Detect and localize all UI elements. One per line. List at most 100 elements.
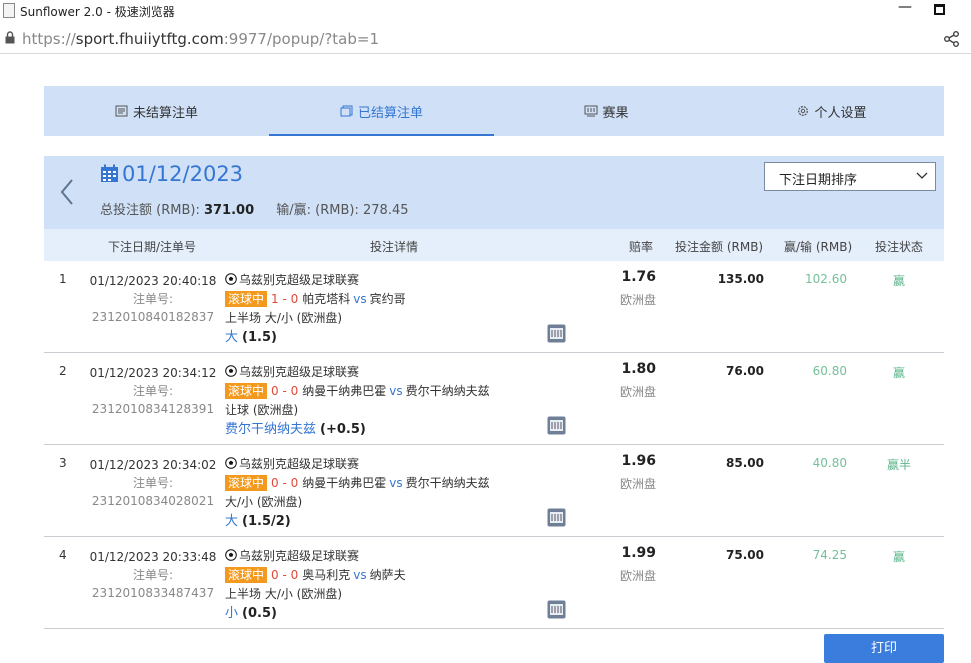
order-id: 2312010840182837: [91, 310, 215, 324]
tab-settled[interactable]: 已结算注单: [269, 86, 494, 136]
pick-line: (+0.5): [320, 422, 366, 437]
bet-datetime: 01/12/2023 20:34:02: [89, 458, 217, 472]
settled-slip-icon: [340, 105, 353, 117]
odds-market: 欧洲盘: [619, 385, 656, 399]
bet-pick: 小: [225, 606, 239, 621]
order-id: 2312010833487437: [91, 586, 215, 600]
tab-label: 未结算注单: [132, 105, 198, 121]
bet-date-cell: 01/12/2023 20:33:48 注单号: 2312010833487437: [74, 548, 232, 602]
address-bar[interactable]: https://sport.fhuiiytftg.com:9977/popup/…: [0, 22, 971, 54]
print-button[interactable]: 打印: [824, 634, 944, 663]
bet-detail: 乌兹别克超级足球联赛 滚球中 0 - 0 纳曼干纳弗巴霍 vs 费尔干纳纳夫兹 大/小 (欧…: [225, 455, 490, 531]
market-line: 让球 (欧洲盘): [225, 403, 299, 417]
winloss-label: 输/赢: (RMB):: [276, 203, 359, 218]
col-detail: 投注详情: [370, 240, 419, 254]
home-team: 纳曼干纳弗巴霍: [302, 384, 387, 398]
away-team: 纳萨夫: [369, 568, 406, 582]
stake-amount: 75.00: [726, 548, 764, 562]
away-team: 宾约哥: [369, 292, 406, 306]
bet-detail: 乌兹别克超级足球联赛 滚球中 1 - 0 帕克塔科 vs 宾约哥 上半场 大/小 (欧洲盘)…: [225, 271, 406, 347]
winloss-amount: 40.80: [812, 456, 847, 470]
maximize-icon[interactable]: [934, 4, 945, 15]
chevron-left-icon[interactable]: [58, 178, 76, 206]
order-label: 注单号:: [132, 292, 174, 306]
col-date-id: 下注日期/注单号: [108, 240, 197, 254]
row-index: 3: [59, 456, 67, 470]
scoreboard-icon[interactable]: [547, 508, 566, 527]
away-team: 费尔干纳纳夫兹: [405, 384, 490, 398]
odds-market: 欧洲盘: [619, 569, 656, 583]
league-name: 乌兹别克超级足球联赛: [239, 457, 360, 471]
winloss-amount: 102.60: [805, 272, 847, 286]
tab-results[interactable]: 赛果: [494, 86, 719, 136]
tab-bar: 未结算注单 已结算注单 赛果 个人设置: [44, 86, 944, 136]
bet-pick: 费尔干纳纳夫兹: [225, 422, 317, 437]
market-line: 上半场 大/小 (欧洲盘): [225, 311, 343, 325]
tab-settings[interactable]: 个人设置: [719, 86, 944, 136]
url-host: sport.fhuiiytftg.com: [75, 30, 224, 48]
bet-pick: 大: [225, 514, 239, 529]
gear-icon: [798, 106, 809, 116]
odds-value: 1.80: [621, 361, 656, 377]
window-titlebar: Sunflower 2.0 - 极速浏览器 —: [0, 0, 971, 22]
tab-unsettled[interactable]: 未结算注单: [44, 86, 269, 136]
calendar-icon: [101, 164, 118, 182]
row-index: 2: [59, 364, 67, 378]
scoreboard-icon[interactable]: [547, 324, 566, 343]
order-label: 注单号:: [132, 476, 174, 490]
order-label: 注单号:: [132, 568, 174, 582]
scoreboard-icon[interactable]: [547, 416, 566, 435]
live-badge: 滚球中: [225, 383, 268, 399]
order-id: 2312010834128391: [91, 402, 215, 416]
bet-date-cell: 01/12/2023 20:34:02 注单号: 2312010834028021: [74, 456, 232, 510]
url-text[interactable]: https://sport.fhuiiytftg.com:9977/popup/…: [22, 30, 379, 48]
vs-label: vs: [389, 476, 403, 490]
soccer-ball-icon: [225, 365, 237, 377]
url-scheme: https://: [22, 30, 76, 48]
row-index: 4: [59, 548, 67, 562]
bet-status: 赢: [892, 274, 905, 288]
stake-amount: 135.00: [717, 272, 764, 286]
winloss-amount: 74.25: [812, 548, 847, 562]
share-icon[interactable]: [943, 30, 961, 48]
bet-date-cell: 01/12/2023 20:34:12 注单号: 2312010834128391: [74, 364, 232, 418]
league-name: 乌兹别克超级足球联赛: [239, 365, 360, 379]
stake-amount: 85.00: [726, 456, 764, 470]
col-winloss: 赢/输 (RMB): [784, 240, 853, 254]
odds-market: 欧洲盘: [619, 293, 656, 307]
pick-line: (1.5/2): [242, 514, 291, 529]
odds-value: 1.99: [621, 545, 656, 561]
away-team: 费尔干纳纳夫兹: [405, 476, 490, 490]
total-stake-label: 总投注额 (RMB):: [100, 203, 200, 218]
tab-label: 赛果: [602, 105, 629, 121]
col-odds: 赔率: [629, 240, 654, 254]
sort-selected: 下注日期排序: [779, 173, 858, 188]
bet-status: 赢: [892, 550, 905, 564]
odds-value: 1.96: [621, 453, 656, 469]
scoreboard-icon[interactable]: [547, 600, 566, 619]
bet-detail: 乌兹别克超级足球联赛 滚球中 0 - 0 纳曼干纳弗巴霍 vs 费尔干纳纳夫兹 让球 (欧洲…: [225, 363, 490, 439]
table-row: 3 01/12/2023 20:34:02 注单号: 2312010834028021…: [44, 445, 944, 537]
home-team: 帕克塔科: [302, 292, 351, 306]
minimize-icon[interactable]: —: [898, 0, 912, 15]
summary-date: 01/12/2023: [122, 162, 244, 186]
pick-line: (1.5): [242, 330, 277, 345]
sort-select[interactable]: 下注日期排序: [764, 162, 936, 191]
table-row: 2 01/12/2023 20:34:12 注单号: 2312010834128391…: [44, 353, 944, 445]
bet-slip-icon: [115, 105, 128, 117]
vs-label: vs: [353, 292, 367, 306]
table-row: 4 01/12/2023 20:33:48 注单号: 2312010833487437…: [44, 537, 944, 629]
match-score: 0 - 0: [271, 384, 299, 398]
live-badge: 滚球中: [225, 291, 268, 307]
odds-value: 1.76: [621, 269, 656, 285]
total-stake-value: 371.00: [203, 203, 255, 218]
live-badge: 滚球中: [225, 567, 268, 583]
soccer-ball-icon: [225, 549, 237, 561]
bet-datetime: 01/12/2023 20:33:48: [89, 550, 217, 564]
home-team: 奥马利克: [302, 568, 351, 582]
bet-date-cell: 01/12/2023 20:40:18 注单号: 2312010840182837: [74, 272, 232, 326]
tab-label: 已结算注单: [357, 105, 423, 121]
chevron-down-icon: [916, 172, 928, 179]
app-icon: [3, 3, 15, 18]
live-badge: 滚球中: [225, 475, 268, 491]
